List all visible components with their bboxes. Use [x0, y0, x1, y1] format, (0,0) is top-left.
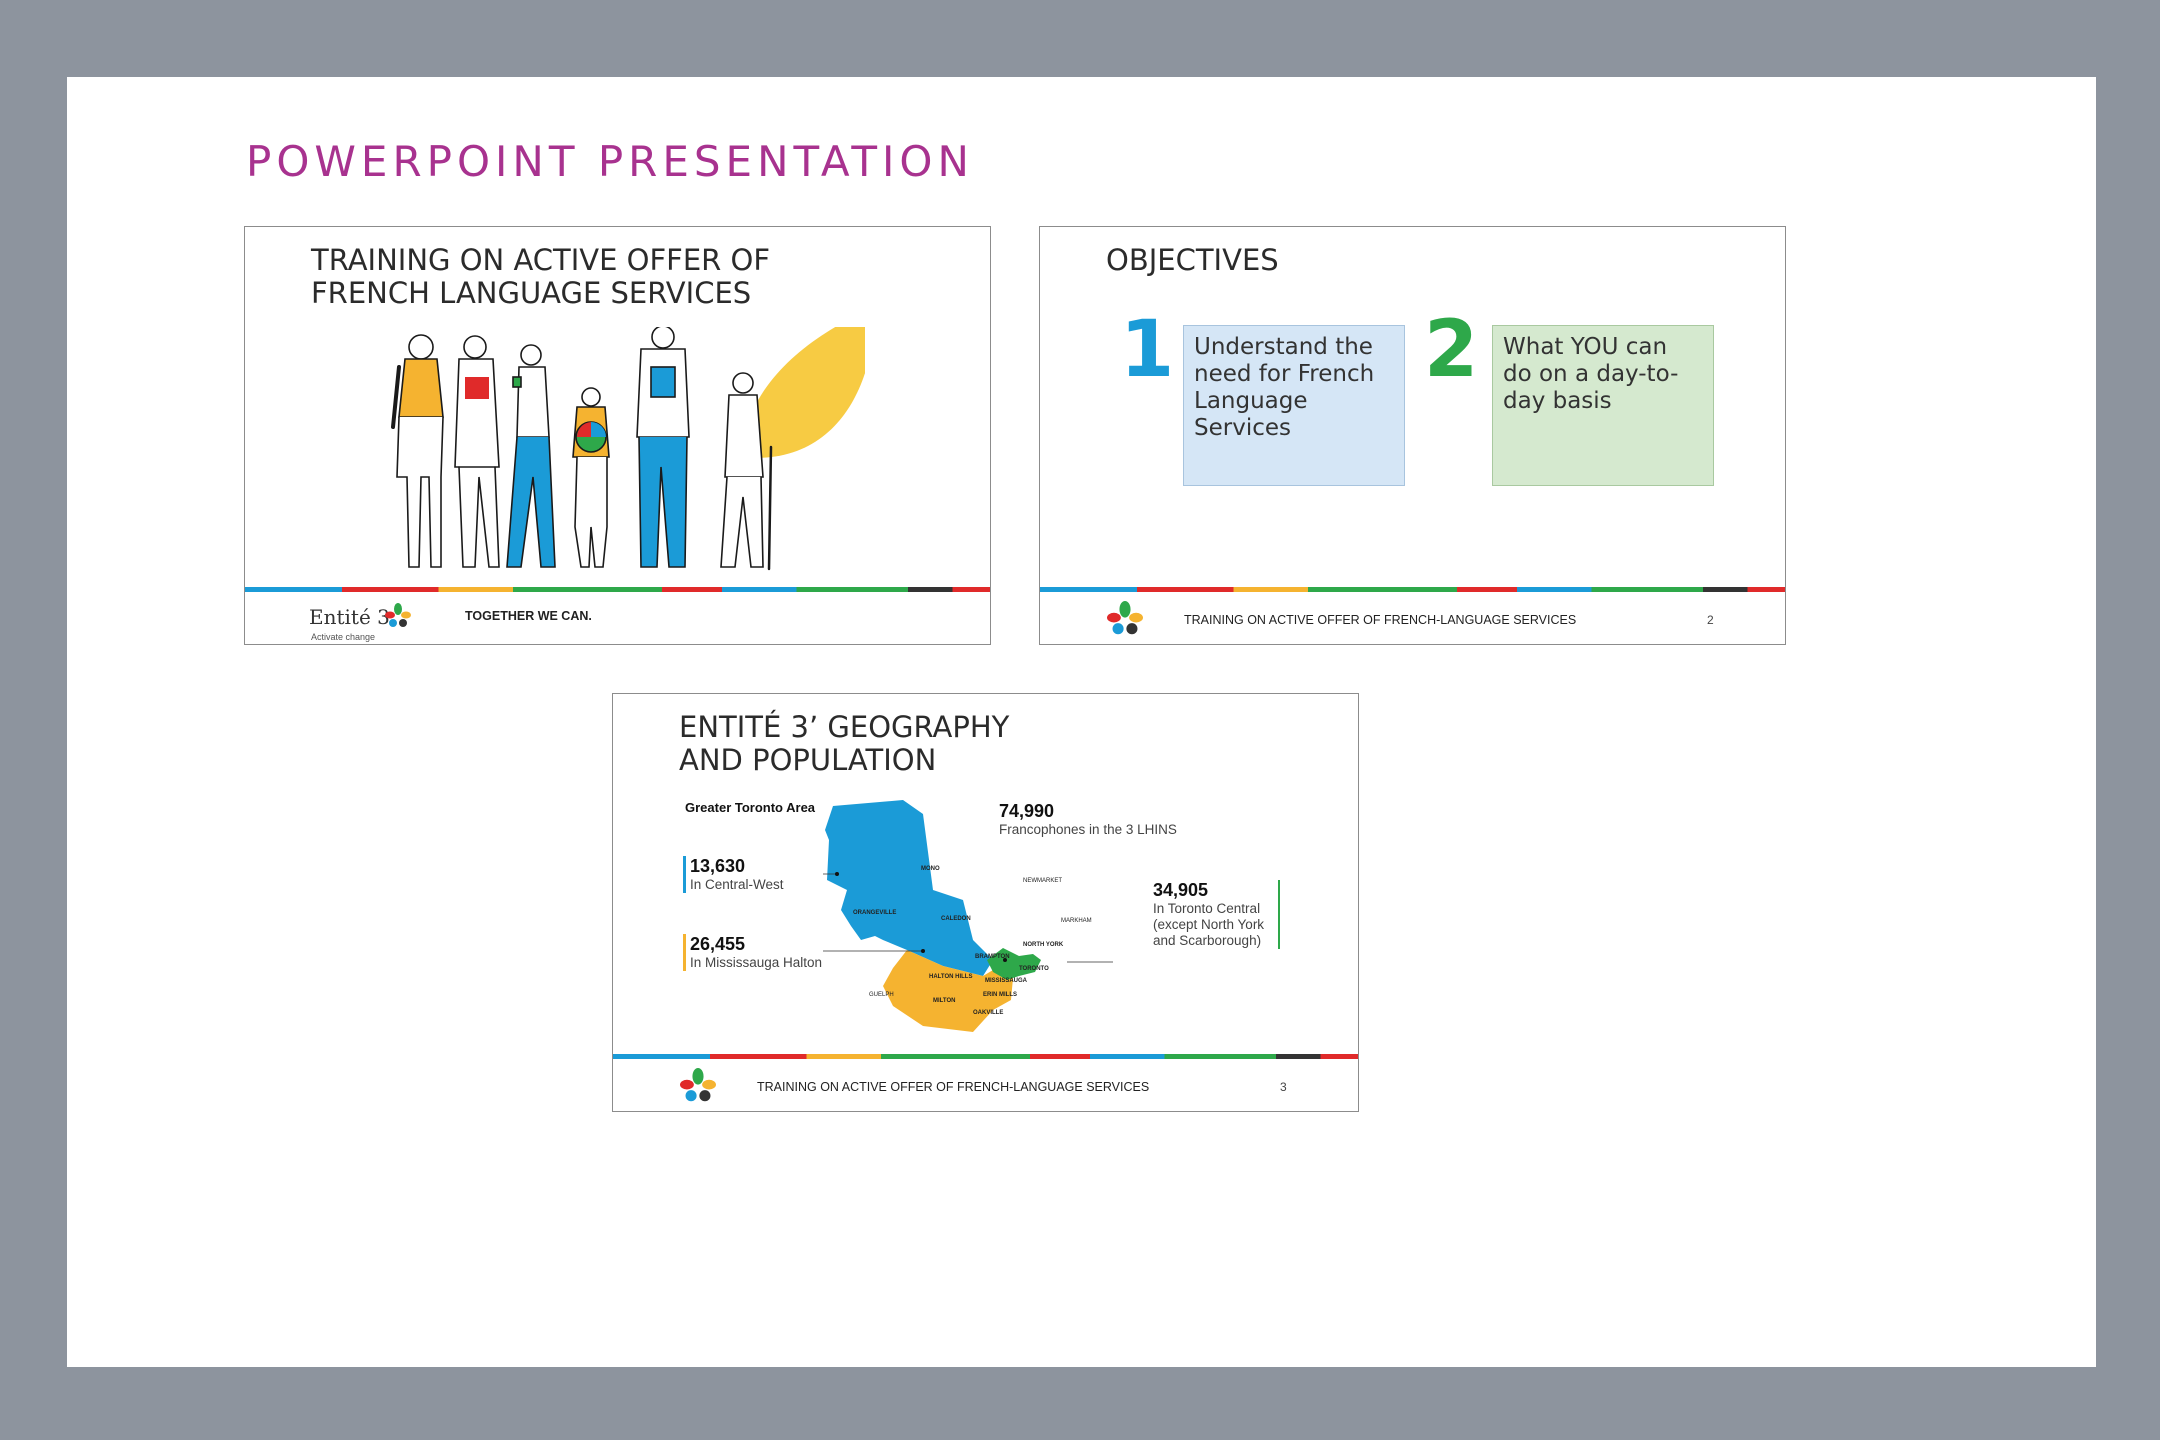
stat-central-west: 13,630 In Central-West — [683, 856, 784, 893]
stat-toronto-central: 34,905 In Toronto Central (except North … — [1153, 880, 1281, 949]
entite3-logo: Entité 3 — [309, 605, 390, 629]
map-label-markham: MARKHAM — [1061, 918, 1092, 924]
slide-3-footer: TRAINING ON ACTIVE OFFER OF FRENCH-LANGU… — [757, 1080, 1150, 1094]
color-stripe — [1040, 587, 1785, 592]
color-stripe — [245, 587, 990, 592]
slide-2-title: OBJECTIVES — [1106, 243, 1279, 277]
tagline: Activate change — [311, 632, 376, 642]
people-illustration — [391, 327, 865, 571]
objective-1-box: Understand the need for French Language … — [1183, 325, 1405, 486]
slide-2-thumbnail[interactable]: OBJECTIVES 1 Understand the need for Fre… — [1039, 226, 1786, 645]
map-label-mono: MONO — [921, 866, 940, 872]
map-label-mississauga: MISSISSAUGA — [985, 978, 1028, 984]
map-label-north-york: NORTH YORK — [1023, 942, 1064, 948]
map-label-erin-mills: ERIN MILLS — [983, 992, 1017, 998]
map-label-guelph: GUELPH — [869, 992, 894, 998]
stat-total-francophones: 74,990 Francophones in the 3 LHINS — [999, 801, 1177, 837]
stat-mississauga-halton: 26,455 In Mississauga Halton — [683, 934, 822, 971]
map-label-toronto: TORONTO — [1019, 966, 1049, 972]
map-label-newmarket: NEWMARKET — [1023, 878, 1062, 884]
flower-logo-icon — [385, 603, 411, 627]
map-label-orangeville: ORANGEVILLE — [853, 910, 896, 916]
objective-1-number: 1 — [1120, 305, 1175, 395]
slide-3-page-number: 3 — [1280, 1080, 1287, 1094]
map-label-oakville: OAKVILLE — [973, 1010, 1003, 1016]
map-label-halton-hills: HALTON HILLS — [929, 974, 972, 980]
slide-1-title: TRAINING ON ACTIVE OFFER OF FRENCH LANGU… — [311, 243, 771, 310]
color-stripe — [613, 1054, 1358, 1059]
slide-1-thumbnail[interactable]: TRAINING ON ACTIVE OFFER OF FRENCH LANGU… — [244, 226, 991, 645]
flower-logo-icon — [1107, 601, 1143, 635]
map-label-caledon: CALEDON — [941, 916, 971, 922]
flower-logo-icon — [680, 1068, 716, 1102]
objective-2-number: 2 — [1424, 305, 1479, 395]
slide-2-page-number: 2 — [1707, 613, 1714, 627]
slide-2-footer: TRAINING ON ACTIVE OFFER OF FRENCH-LANGU… — [1184, 613, 1577, 627]
objective-2-box: What YOU can do on a day-to-day basis — [1492, 325, 1714, 486]
map-title: Greater Toronto Area — [685, 800, 816, 815]
page-heading: POWERPOINT PRESENTATION — [246, 137, 974, 186]
map-label-milton: MILTON — [933, 998, 955, 1004]
slide-1-footer: TOGETHER WE CAN. — [465, 609, 592, 623]
slide-3-thumbnail[interactable]: ENTITÉ 3’ GEOGRAPHY AND POPULATION Great… — [612, 693, 1359, 1112]
slide-3-title: ENTITÉ 3’ GEOGRAPHY AND POPULATION — [679, 710, 1010, 777]
